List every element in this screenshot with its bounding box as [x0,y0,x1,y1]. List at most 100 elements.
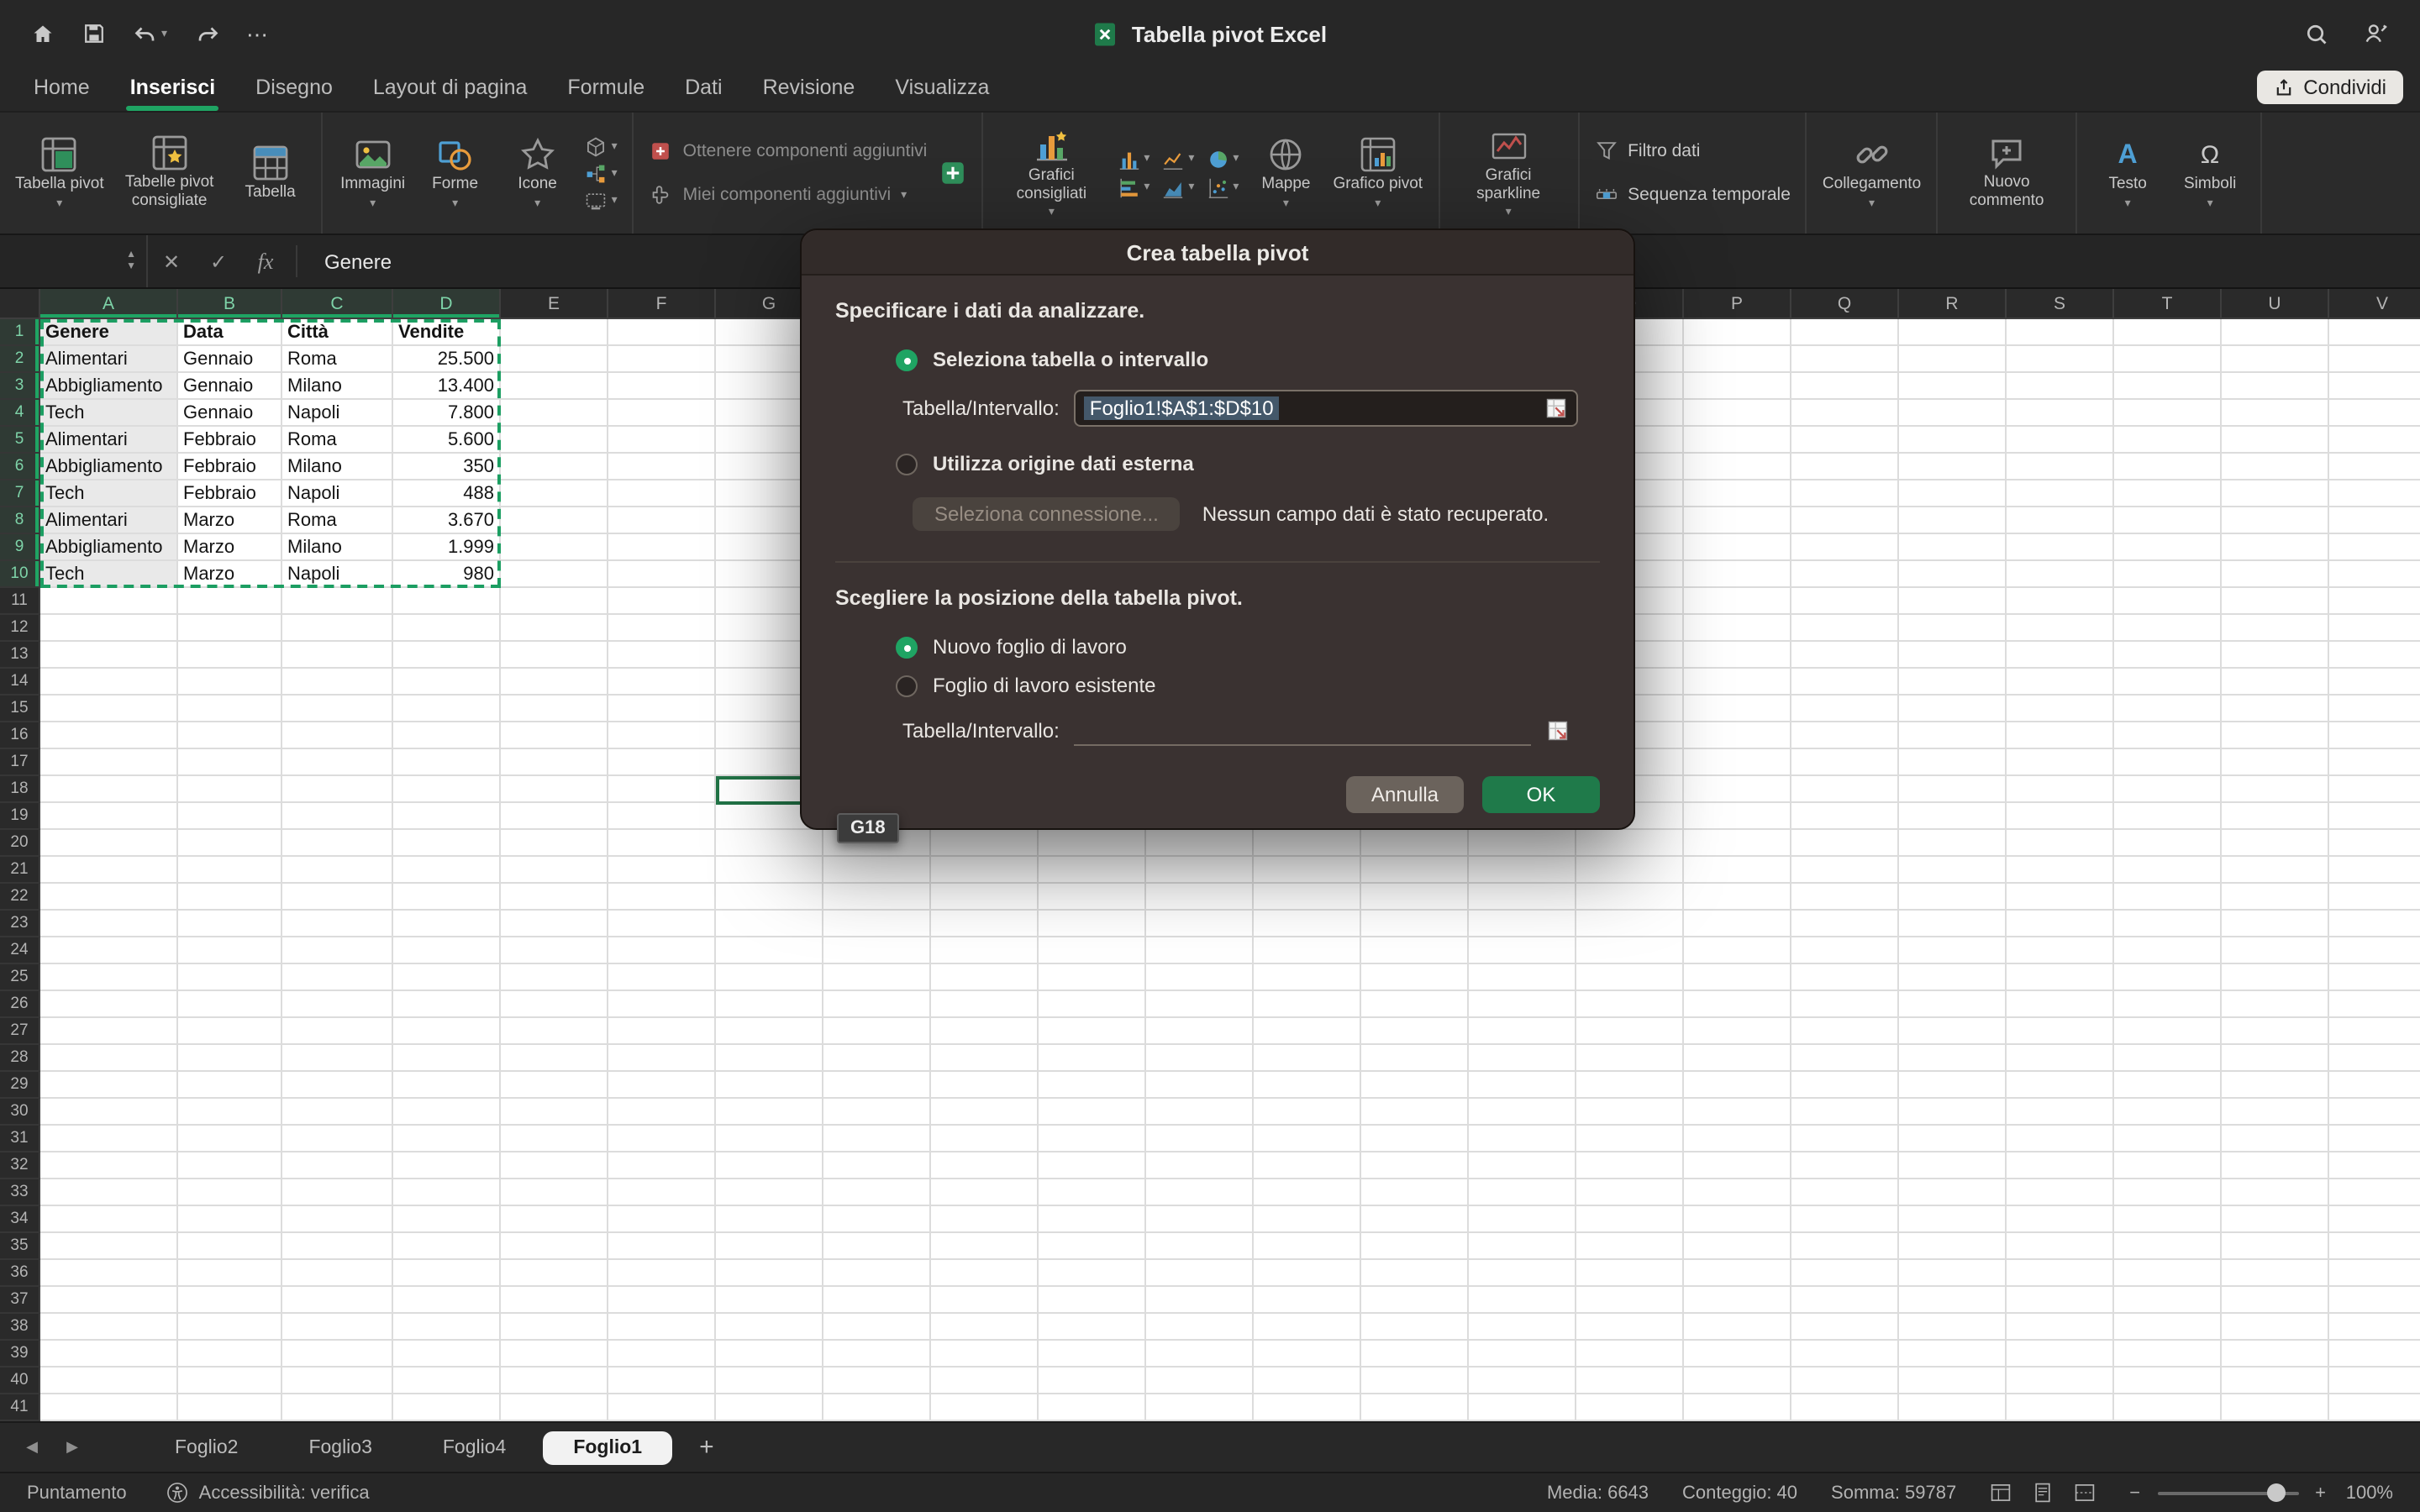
cell-L32[interactable] [1254,1152,1361,1179]
cell-Q6[interactable] [1791,454,1899,480]
cell-C12[interactable] [282,615,393,642]
cell-R39[interactable] [1899,1341,2007,1368]
search-icon[interactable] [2304,20,2329,47]
cell-R2[interactable] [1899,346,2007,373]
cell-A34[interactable] [40,1206,178,1233]
cell-R30[interactable] [1899,1099,2007,1126]
cell-D15[interactable] [393,696,501,722]
cell-L38[interactable] [1254,1314,1361,1341]
cell-K30[interactable] [1146,1099,1254,1126]
sheet-tab-foglio1[interactable]: Foglio1 [543,1431,672,1464]
cell-C26[interactable] [282,991,393,1018]
cell-K32[interactable] [1146,1152,1254,1179]
cell-D11[interactable] [393,588,501,615]
tab-layout-di-pagina[interactable]: Layout di pagina [353,69,548,111]
row-header-41[interactable]: 41 [0,1394,40,1421]
cell-J28[interactable] [1039,1045,1146,1072]
cell-Q20[interactable] [1791,830,1899,857]
cell-L26[interactable] [1254,991,1361,1018]
cell-E25[interactable] [501,964,608,991]
row-header-8[interactable]: 8 [0,507,40,534]
row-header-13[interactable]: 13 [0,642,40,669]
cell-R40[interactable] [1899,1368,2007,1394]
cell-U28[interactable] [2222,1045,2329,1072]
cell-U35[interactable] [2222,1233,2329,1260]
ribbon-mini-chart-area[interactable]: ▾ [1161,176,1194,199]
cell-L24[interactable] [1254,937,1361,964]
cell-F30[interactable] [608,1099,716,1126]
cell-E27[interactable] [501,1018,608,1045]
cell-I36[interactable] [931,1260,1039,1287]
cell-B19[interactable] [178,803,282,830]
cell-L36[interactable] [1254,1260,1361,1287]
cell-R11[interactable] [1899,588,2007,615]
cell-K25[interactable] [1146,964,1254,991]
cell-D6[interactable]: 350 [393,454,501,480]
ribbon-item-sequenza-temporale[interactable]: Sequenza temporale [1594,183,1791,207]
cell-R3[interactable] [1899,373,2007,400]
cell-O39[interactable] [1576,1341,1684,1368]
cell-O35[interactable] [1576,1233,1684,1260]
cell-Q25[interactable] [1791,964,1899,991]
cell-U5[interactable] [2222,427,2329,454]
cell-U19[interactable] [2222,803,2329,830]
range-input-2[interactable] [1075,716,1532,746]
ribbon-mini-chart-pie[interactable]: ▾ [1206,147,1239,171]
cell-A12[interactable] [40,615,178,642]
cell-U38[interactable] [2222,1314,2329,1341]
cell-G37[interactable] [716,1287,823,1314]
column-header-V[interactable]: V [2329,289,2420,319]
cell-V39[interactable] [2329,1341,2420,1368]
cell-U40[interactable] [2222,1368,2329,1394]
cell-C37[interactable] [282,1287,393,1314]
cell-D28[interactable] [393,1045,501,1072]
cell-L20[interactable] [1254,830,1361,857]
cell-U24[interactable] [2222,937,2329,964]
cell-Q11[interactable] [1791,588,1899,615]
cell-N40[interactable] [1469,1368,1576,1394]
cell-J38[interactable] [1039,1314,1146,1341]
cell-U32[interactable] [2222,1152,2329,1179]
cell-I24[interactable] [931,937,1039,964]
cell-T15[interactable] [2114,696,2222,722]
cell-K31[interactable] [1146,1126,1254,1152]
cell-A16[interactable] [40,722,178,749]
cell-E41[interactable] [501,1394,608,1421]
cell-K20[interactable] [1146,830,1254,857]
row-header-10[interactable]: 10 [0,561,40,588]
cell-C34[interactable] [282,1206,393,1233]
cell-D20[interactable] [393,830,501,857]
cell-R25[interactable] [1899,964,2007,991]
cell-F28[interactable] [608,1045,716,1072]
cell-P5[interactable] [1684,427,1791,454]
cell-L33[interactable] [1254,1179,1361,1206]
cell-V41[interactable] [2329,1394,2420,1421]
cell-V14[interactable] [2329,669,2420,696]
cell-Q27[interactable] [1791,1018,1899,1045]
cell-S38[interactable] [2007,1314,2114,1341]
cell-T27[interactable] [2114,1018,2222,1045]
cell-O40[interactable] [1576,1368,1684,1394]
cell-M32[interactable] [1361,1152,1469,1179]
cell-A13[interactable] [40,642,178,669]
cell-C17[interactable] [282,749,393,776]
cell-A35[interactable] [40,1233,178,1260]
row-header-37[interactable]: 37 [0,1287,40,1314]
cell-J36[interactable] [1039,1260,1146,1287]
ribbon-button-grafico-pivot[interactable]: Grafico pivot▾ [1333,136,1423,210]
row-header-2[interactable]: 2 [0,346,40,373]
cell-V7[interactable] [2329,480,2420,507]
row-header-11[interactable]: 11 [0,588,40,615]
cell-D32[interactable] [393,1152,501,1179]
cell-Q18[interactable] [1791,776,1899,803]
cell-A26[interactable] [40,991,178,1018]
cell-V26[interactable] [2329,991,2420,1018]
cell-Q12[interactable] [1791,615,1899,642]
save-icon[interactable] [82,22,106,45]
row-header-24[interactable]: 24 [0,937,40,964]
cell-U23[interactable] [2222,911,2329,937]
cell-I23[interactable] [931,911,1039,937]
cell-U41[interactable] [2222,1394,2329,1421]
cell-C25[interactable] [282,964,393,991]
cell-D33[interactable] [393,1179,501,1206]
